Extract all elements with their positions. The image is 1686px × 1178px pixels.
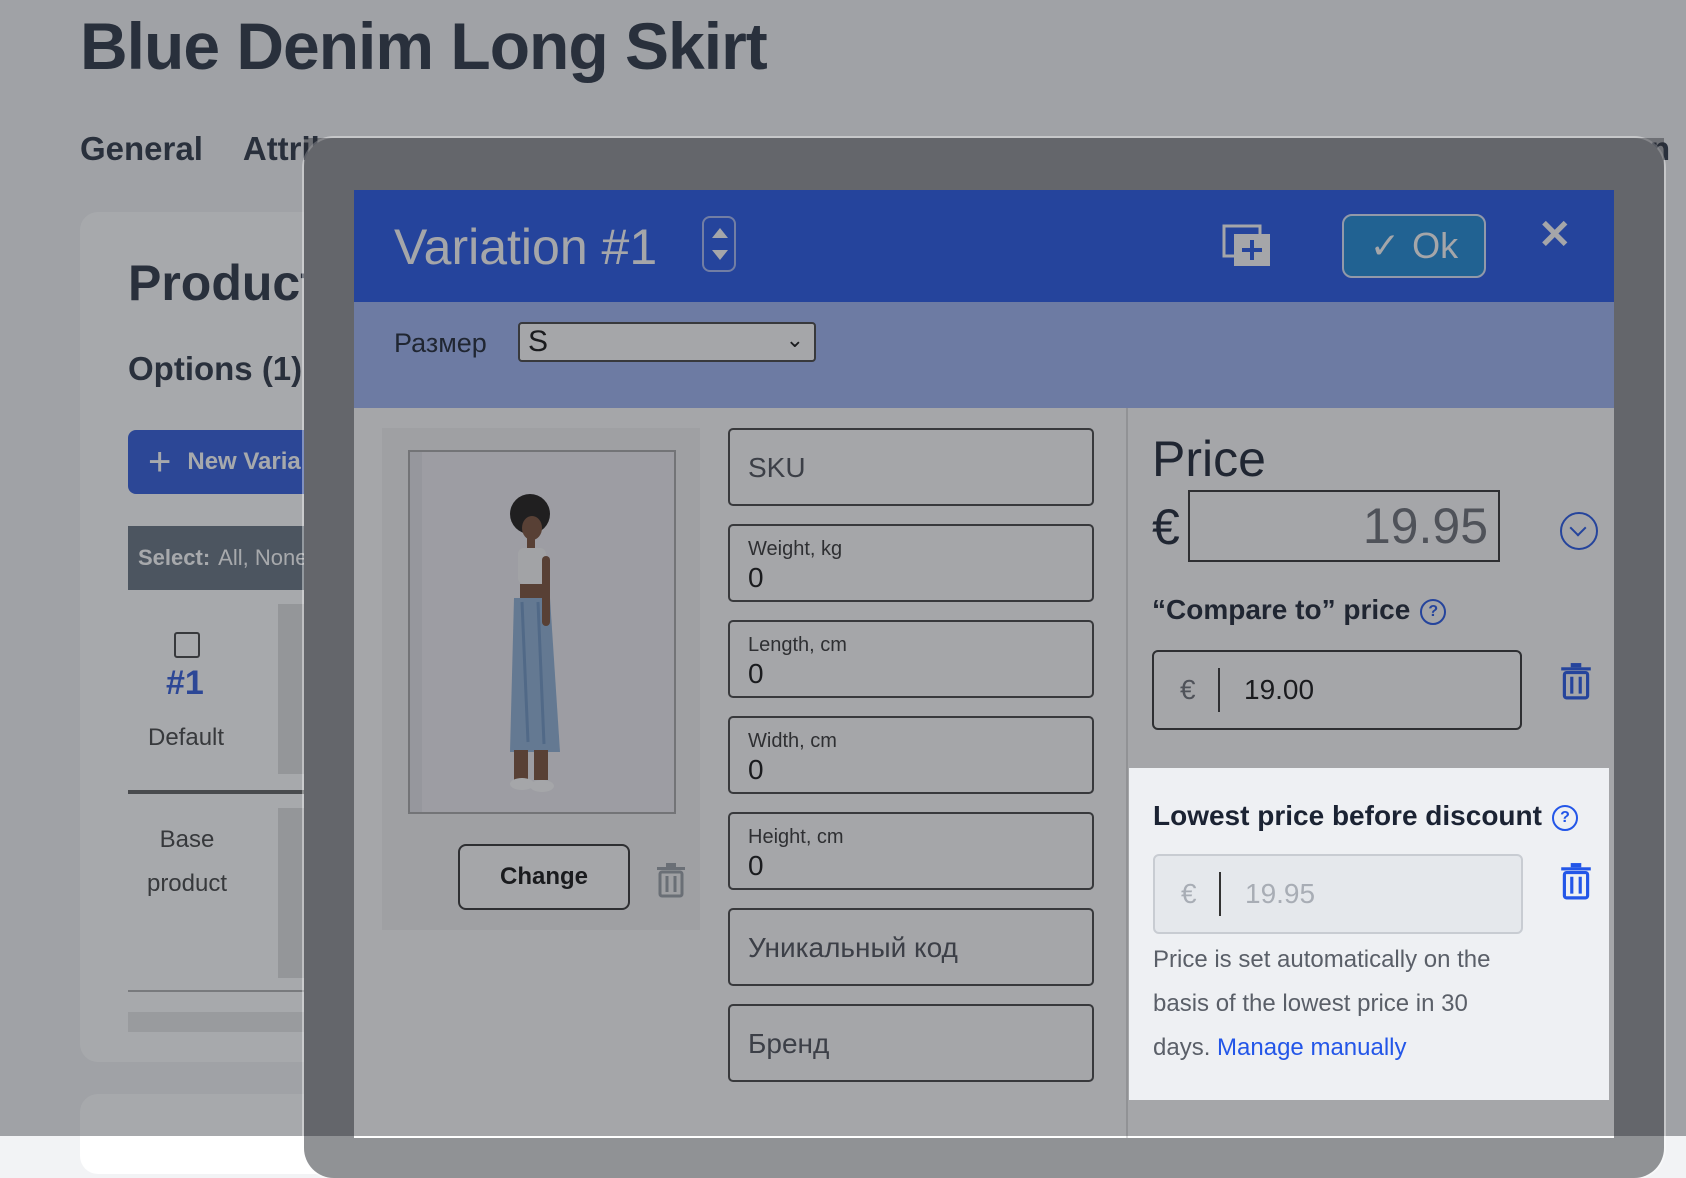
lowest-price-input: € 19.95	[1153, 854, 1523, 934]
expand-price-icon[interactable]	[1560, 512, 1598, 550]
price-input[interactable]: 19.95	[1188, 490, 1500, 562]
height-field[interactable]: Height, cm 0	[728, 812, 1094, 890]
variation-options-bar: Размер S ⌄	[354, 302, 1614, 408]
brand-field[interactable]: Бренд	[728, 1004, 1094, 1082]
width-label: Width, cm	[748, 730, 837, 752]
variation-header: Variation #1 ✓ Ok ✕	[354, 190, 1614, 302]
ok-button[interactable]: ✓ Ok	[1342, 214, 1486, 278]
change-image-button[interactable]: Change	[458, 844, 630, 910]
weight-label: Weight, kg	[748, 538, 843, 560]
lowest-currency: €	[1181, 878, 1197, 909]
help-icon[interactable]: ?	[1420, 598, 1447, 625]
variation-title: Variation #1	[394, 219, 658, 275]
weight-value: 0	[748, 562, 764, 593]
weight-field[interactable]: Weight, kg 0	[728, 524, 1094, 602]
chevron-down-icon: ⌄	[785, 327, 804, 352]
compare-currency: €	[1180, 674, 1196, 705]
trash-icon[interactable]	[1560, 662, 1592, 700]
checkmark-icon: ✓	[1369, 225, 1401, 266]
unique-code-placeholder: Уникальный код	[748, 932, 958, 963]
height-label: Height, cm	[748, 826, 844, 848]
width-value: 0	[748, 754, 764, 785]
trash-icon[interactable]	[656, 862, 686, 898]
height-value: 0	[748, 850, 764, 881]
sku-placeholder: SKU	[748, 452, 806, 483]
lowest-price-value: 19.95	[1245, 878, 1316, 909]
price-currency: €	[1152, 499, 1180, 555]
manage-manually-link[interactable]: Manage manually	[1217, 1034, 1406, 1061]
input-separator	[1218, 668, 1220, 712]
compare-price-input[interactable]: € 19.00	[1152, 650, 1522, 730]
lowest-price-label: Lowest price before discount?	[1153, 800, 1578, 832]
duplicate-icon[interactable]	[1222, 224, 1272, 268]
help-icon[interactable]: ?	[1551, 804, 1578, 831]
variation-switcher-icon[interactable]	[702, 216, 736, 272]
trash-icon[interactable]	[1560, 862, 1592, 900]
variation-body: Change SKU Weight, kg 0 Length, cm 0 Wid…	[354, 408, 1614, 1138]
compare-price-value: 19.00	[1244, 674, 1315, 705]
sku-field[interactable]: SKU	[728, 428, 1094, 506]
input-separator	[1219, 872, 1221, 916]
length-field[interactable]: Length, cm 0	[728, 620, 1094, 698]
length-value: 0	[748, 658, 764, 689]
width-field[interactable]: Width, cm 0	[728, 716, 1094, 794]
close-icon[interactable]: ✕	[1538, 212, 1572, 258]
lowest-price-help: Price is set automatically on the basis …	[1153, 938, 1513, 1070]
image-panel: Change	[382, 428, 700, 930]
column-divider	[1126, 408, 1128, 1138]
size-select[interactable]: S ⌄	[518, 322, 816, 362]
compare-price-text: “Compare to” price	[1152, 594, 1411, 625]
unique-code-field[interactable]: Уникальный код	[728, 908, 1094, 986]
compare-price-label: “Compare to” price?	[1152, 594, 1447, 626]
price-title: Price	[1152, 431, 1266, 487]
lowest-price-text: Lowest price before discount	[1153, 800, 1542, 831]
size-label: Размер	[394, 328, 487, 358]
lowest-price-panel: Lowest price before discount? € 19.95 Pr…	[1129, 768, 1609, 1100]
ok-label: Ok	[1412, 225, 1459, 266]
brand-placeholder: Бренд	[748, 1028, 830, 1059]
length-label: Length, cm	[748, 634, 847, 656]
size-value: S	[528, 325, 549, 358]
product-image	[408, 450, 676, 814]
